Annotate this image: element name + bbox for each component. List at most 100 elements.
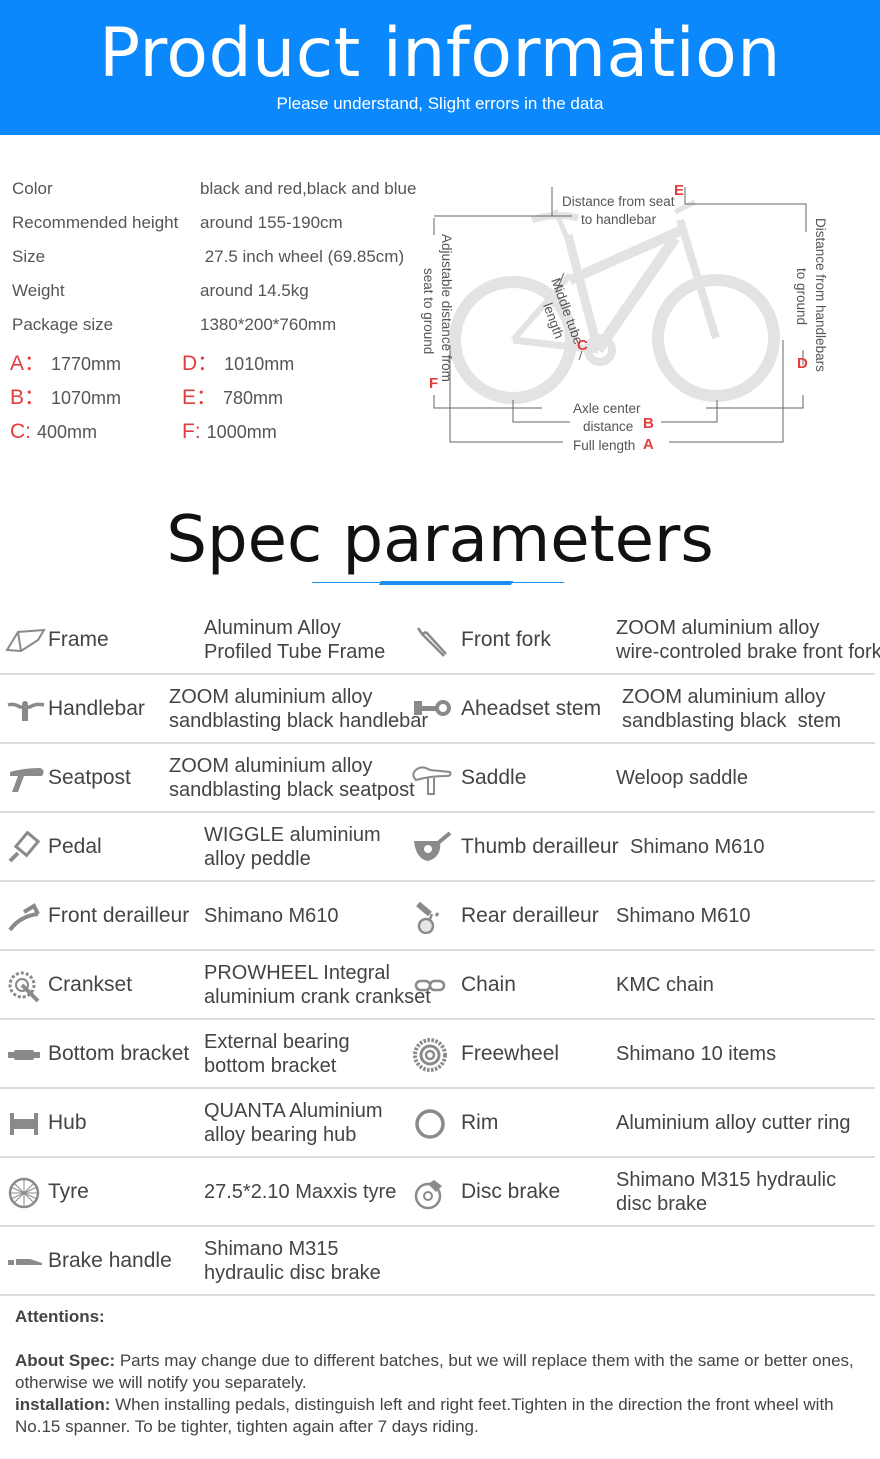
spec-name: Chain (461, 973, 516, 996)
info-label: Recommended height (12, 213, 179, 232)
spec-value-line: aluminium crank crankset (204, 985, 431, 1008)
front-derailleur-icon (4, 900, 46, 934)
hub-icon (4, 1107, 46, 1141)
dimension-letter: D： (182, 352, 219, 375)
spec-row: Tyre 27.5*2.10 Maxxis tyre Disc brake Shima… (0, 1158, 875, 1227)
info-value: 27.5 inch wheel (69.85cm) (200, 247, 405, 266)
chain-icon (410, 969, 452, 1003)
spec-value-line: KMC chain (616, 973, 714, 996)
spec-value: KMC chain (616, 951, 714, 1018)
letter-e: E (674, 182, 684, 199)
spec-row: Handlebar ZOOM aluminium alloy sandblastin… (0, 675, 875, 744)
letter-b: B (643, 415, 654, 432)
thumb-shifter-icon (410, 831, 452, 865)
spec-value: WIGGLE aluminium alloy peddle (204, 813, 381, 880)
spec-row: Pedal WIGGLE aluminium alloy peddle Thumb d… (0, 813, 875, 882)
header-banner: Product information Please understand, S… (0, 0, 880, 135)
seatpost-icon (4, 762, 46, 796)
dimension-b: B： 1070mm (10, 384, 121, 412)
spec-value-line: Shimano M315 hydraulic (616, 1168, 837, 1191)
label-f-line2: seat to ground (421, 268, 436, 354)
spec-value-line: Shimano M610 (204, 904, 339, 927)
spec-row: Front derailleur Shimano M610 Rear deraill… (0, 882, 875, 951)
freewheel-icon (410, 1038, 452, 1072)
spec-value-line: QUANTA Aluminium (204, 1099, 383, 1122)
dimension-c: C: 400mm (10, 418, 97, 446)
spec-name: Seatpost (48, 766, 131, 789)
spec-row: Brake handle Shimano M315 hydraulic disc b… (0, 1227, 875, 1296)
spec-name: Pedal (48, 835, 102, 858)
dimension-d: D： 1010mm (182, 350, 294, 378)
about-spec-text: Parts may change due to different batche… (15, 1351, 854, 1392)
stem-icon (410, 693, 452, 727)
spec-value-line: ZOOM aluminium alloy (616, 616, 820, 639)
brake-handle-icon (4, 1245, 46, 1279)
label-d-line2: to ground (794, 268, 809, 325)
spec-name: Freewheel (461, 1042, 560, 1065)
spec-value-line: External bearing (204, 1030, 350, 1053)
spec-value-line: Shimano M610 (630, 835, 765, 858)
crankset-icon (4, 969, 46, 1003)
spec-name: Hub (48, 1111, 87, 1134)
label-e-line2: to handlebar (581, 212, 657, 227)
spec-value-line: hydraulic disc brake (204, 1261, 381, 1284)
spec-name: Rear derailleur (461, 904, 599, 927)
dimension-value: 780mm (223, 388, 284, 408)
pedal-icon (4, 830, 46, 865)
spec-name: Tyre (48, 1180, 89, 1203)
letter-f: F (429, 375, 438, 392)
spec-value-line: ZOOM aluminium alloy (169, 685, 373, 708)
dimension-value: 1770mm (51, 354, 122, 374)
spec-value-line: Aluminium alloy cutter ring (616, 1111, 851, 1134)
label-d-line1: Distance from handlebars (813, 218, 828, 372)
spec-name: Handlebar (48, 697, 145, 720)
dimension-value: 1010mm (224, 354, 295, 374)
bike-dimension-diagram: Distance from seat to handlebar E Distan… (420, 170, 880, 460)
dimension-letter: C: (10, 420, 31, 443)
installation-text: When installing pedals, distinguish left… (15, 1395, 834, 1436)
spec-value-line: alloy peddle (204, 847, 311, 870)
rim-icon (410, 1107, 452, 1141)
letter-c: C (577, 337, 588, 354)
spec-value-line: Shimano M610 (616, 904, 751, 927)
saddle-icon (410, 762, 452, 796)
label-b-line2: distance (583, 419, 633, 434)
dimension-letter: A： (10, 352, 46, 375)
spec-value-line: bottom bracket (204, 1054, 337, 1077)
page-title: Product information (99, 14, 781, 93)
spec-value-line: WIGGLE aluminium (204, 823, 381, 846)
spec-value: Shimano M315 hydraulic disc brake (616, 1158, 836, 1225)
spec-name: Front fork (461, 628, 551, 651)
spec-row: Frame Aluminum Alloy Profiled Tube Frame Fr… (0, 606, 880, 675)
spec-value-line: PROWHEEL Integral (204, 961, 390, 984)
dimension-value: 1000mm (206, 422, 277, 442)
spec-value-line: Shimano 10 items (616, 1042, 777, 1065)
bike-diagram-svg: Distance from seat to handlebar E Distan… (421, 182, 828, 453)
bottom-bracket-icon (4, 1038, 46, 1072)
info-value: around 155-190cm (200, 213, 343, 232)
spec-value: PROWHEEL Integral aluminium crank crankse… (204, 951, 431, 1018)
spec-name: Frame (48, 628, 109, 651)
label-e-line1: Distance from seat (562, 194, 675, 209)
attentions-title: Attentions: (15, 1307, 105, 1326)
dimension-e: E： 780mm (182, 384, 283, 412)
spec-value-line: sandblasting black handlebar (169, 709, 429, 732)
spec-row: Bottom bracket External bearing bottom bra… (0, 1020, 875, 1089)
rear-derailleur-icon (410, 900, 452, 935)
spec-value-line: wire-controled brake front fork (616, 640, 880, 663)
about-spec-label: About Spec: (15, 1351, 116, 1370)
spec-value: Weloop saddle (616, 744, 748, 811)
dimension-f: F: 1000mm (182, 418, 277, 446)
spec-value: Aluminum Alloy Profiled Tube Frame (204, 606, 385, 673)
spec-row: Seatpost ZOOM aluminium alloy sandblasting… (0, 744, 875, 813)
disc-brake-icon (410, 1176, 452, 1210)
spec-name: Brake handle (48, 1249, 172, 1272)
installation-note: installation: When installing pedals, di… (15, 1394, 875, 1438)
spec-value: QUANTA Aluminium alloy bearing hub (204, 1089, 383, 1156)
spec-section-title: Spec parameters (166, 503, 714, 577)
bike-silhouette (449, 199, 780, 404)
dimension-letter: E： (182, 386, 218, 409)
spec-name: Thumb derailleur (461, 835, 619, 858)
title-underline-accent (378, 581, 514, 585)
info-label: Color (12, 179, 53, 198)
